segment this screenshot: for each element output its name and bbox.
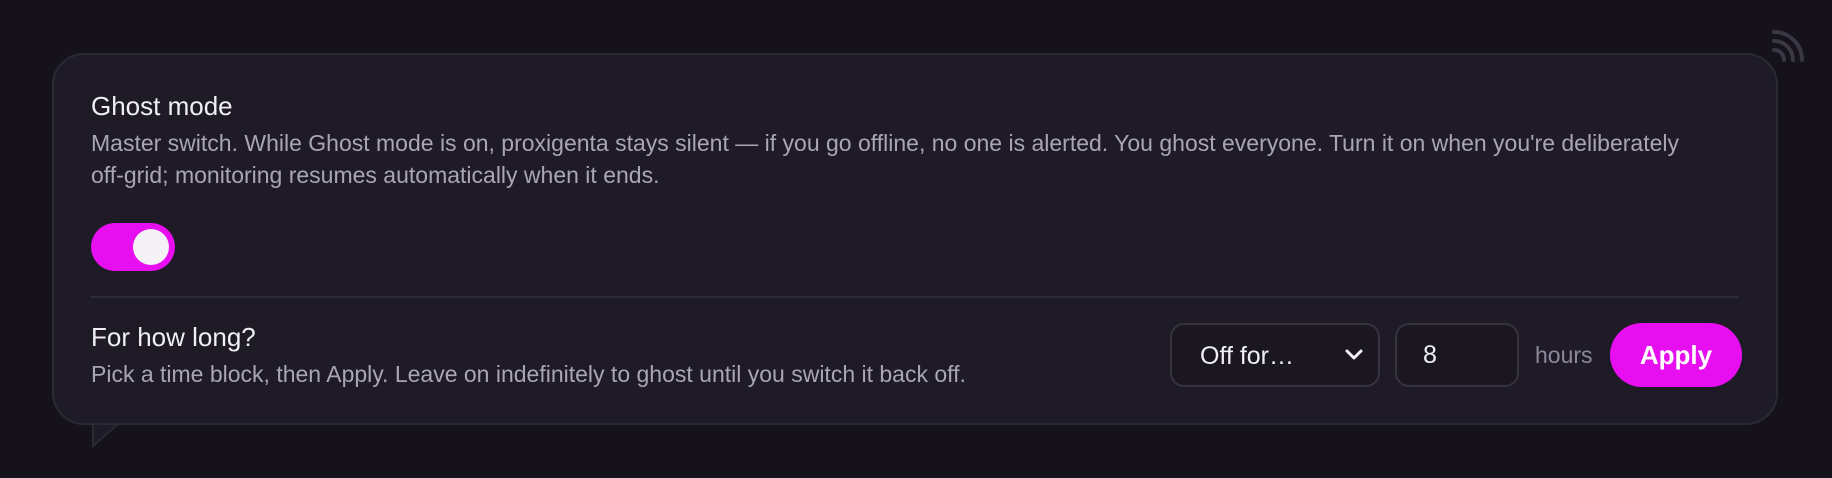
ghost-mode-card: Ghost mode Master switch. While Ghost mo… (52, 53, 1778, 425)
ghost-mode-toggle[interactable] (91, 223, 175, 271)
apply-button[interactable]: Apply (1610, 323, 1742, 387)
chevron-down-icon (1345, 349, 1363, 360)
duration-select[interactable]: Off for… (1170, 323, 1380, 387)
duration-select-value: Off for… (1200, 342, 1295, 370)
hours-unit-label: hours (1535, 342, 1593, 368)
duration-description: Pick a time block, then Apply. Leave on … (91, 361, 966, 387)
divider (91, 296, 1739, 298)
ghost-mode-description: Master switch. While Ghost mode is on, p… (91, 130, 1679, 188)
hours-input[interactable] (1395, 323, 1519, 387)
ghost-mode-title: Ghost mode (91, 91, 233, 121)
toggle-knob (133, 229, 169, 265)
signal-icon (1772, 30, 1804, 62)
duration-title: For how long? (91, 322, 256, 352)
page: Ghost mode Master switch. While Ghost mo… (0, 0, 1832, 478)
